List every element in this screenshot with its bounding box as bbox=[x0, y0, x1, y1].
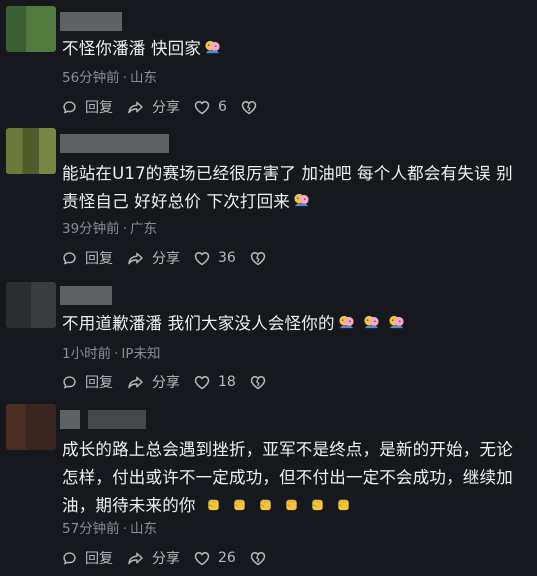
share-icon bbox=[127, 100, 148, 115]
fist-emoji-icon bbox=[233, 499, 245, 511]
reply-button[interactable]: 回复 bbox=[62, 372, 113, 392]
dislike-button[interactable] bbox=[241, 100, 265, 115]
comment-time: 56分钟前 bbox=[62, 70, 120, 86]
emoji-group bbox=[290, 192, 310, 211]
broken-heart-icon bbox=[250, 551, 270, 566]
comment-time: 57分钟前 bbox=[62, 521, 120, 537]
comment-location: IP未知 bbox=[121, 346, 161, 362]
fist-emoji-icon bbox=[311, 499, 323, 511]
heart-icon bbox=[194, 100, 214, 115]
share-button[interactable]: 分享 bbox=[127, 248, 180, 268]
share-icon bbox=[127, 251, 148, 266]
heart-icon bbox=[194, 551, 214, 566]
dislike-button[interactable] bbox=[250, 251, 274, 266]
comment-meta: 1小时前 · IP未知 bbox=[62, 346, 161, 362]
like-button[interactable]: 6 bbox=[194, 99, 227, 115]
avatar[interactable] bbox=[6, 6, 56, 52]
broken-heart-icon bbox=[250, 251, 270, 266]
comment-time: 1小时前 bbox=[62, 346, 112, 362]
avatar[interactable] bbox=[6, 128, 56, 174]
comment-text: 不用道歉潘潘 我们大家没人会怪你的 bbox=[62, 310, 513, 338]
comment-item: 成长的路上总会遇到挫折，亚军不是终点，是新的开始，无论怎样，付出或许不一定成功，… bbox=[0, 398, 537, 576]
emoji-group bbox=[335, 314, 405, 333]
like-button[interactable]: 18 bbox=[194, 374, 236, 390]
username-blurred-part[interactable] bbox=[88, 410, 146, 429]
hug-emoji-icon bbox=[205, 40, 220, 54]
comment-location: 山东 bbox=[129, 521, 157, 537]
reply-icon bbox=[62, 551, 81, 566]
fist-emoji-icon bbox=[259, 499, 271, 511]
comment-text: 成长的路上总会遇到挫折，亚军不是终点，是新的开始，无论怎样，付出或许不一定成功，… bbox=[62, 440, 513, 515]
dislike-button[interactable] bbox=[250, 551, 274, 566]
share-button[interactable]: 分享 bbox=[127, 97, 180, 117]
comment-actions: 回复 分享 18 bbox=[62, 372, 288, 392]
hug-emoji-icon bbox=[364, 315, 379, 329]
reply-button[interactable]: 回复 bbox=[62, 248, 113, 268]
comment-location: 山东 bbox=[129, 70, 157, 86]
emoji-group bbox=[196, 496, 352, 515]
broken-heart-icon bbox=[250, 375, 270, 390]
share-icon bbox=[127, 375, 148, 390]
heart-icon bbox=[194, 251, 214, 266]
like-button[interactable]: 36 bbox=[194, 250, 236, 266]
reply-icon bbox=[62, 100, 81, 115]
comment-actions: 回复 分享 26 bbox=[62, 548, 288, 568]
comment-meta: 57分钟前 · 山东 bbox=[62, 521, 157, 537]
comment-actions: 回复 分享 6 bbox=[62, 97, 279, 117]
username-blurred[interactable] bbox=[60, 410, 80, 429]
username-blurred[interactable] bbox=[60, 286, 112, 305]
broken-heart-icon bbox=[241, 100, 261, 115]
comment-meta: 56分钟前 · 山东 bbox=[62, 70, 157, 86]
fist-emoji-icon bbox=[285, 499, 297, 511]
comment-text: 能站在U17的赛场已经很厉害了 加油吧 每个人都会有失误 别责怪自己 好好总价 … bbox=[62, 164, 513, 211]
avatar[interactable] bbox=[6, 404, 56, 450]
share-button[interactable]: 分享 bbox=[127, 372, 180, 392]
username-blurred[interactable] bbox=[60, 134, 169, 153]
like-button[interactable]: 26 bbox=[194, 550, 236, 566]
hug-emoji-icon bbox=[294, 193, 309, 207]
fist-emoji-icon bbox=[337, 499, 349, 511]
emoji-group bbox=[201, 39, 221, 58]
username-blurred[interactable] bbox=[60, 12, 122, 31]
hug-emoji-icon bbox=[339, 315, 354, 329]
comment-item: 不怪你潘潘 快回家 56分钟前 · 山东 回复 分享 6 bbox=[0, 0, 537, 120]
comment-item: 不用道歉潘潘 我们大家没人会怪你的 1小时前 · IP未知 回复 分享 18 bbox=[0, 278, 537, 398]
comment-meta: 39分钟前 · 广东 bbox=[62, 221, 157, 237]
reply-button[interactable]: 回复 bbox=[62, 97, 113, 117]
reply-icon bbox=[62, 251, 81, 266]
comment-actions: 回复 分享 36 bbox=[62, 248, 288, 268]
reply-icon bbox=[62, 375, 81, 390]
share-icon bbox=[127, 551, 148, 566]
heart-icon bbox=[194, 375, 214, 390]
fist-emoji-icon bbox=[207, 499, 219, 511]
hug-emoji-icon bbox=[389, 315, 404, 329]
comment-location: 广东 bbox=[129, 221, 157, 237]
avatar[interactable] bbox=[6, 282, 56, 328]
comment-time: 39分钟前 bbox=[62, 221, 120, 237]
reply-button[interactable]: 回复 bbox=[62, 548, 113, 568]
comment-item: 能站在U17的赛场已经很厉害了 加油吧 每个人都会有失误 别责怪自己 好好总价 … bbox=[0, 120, 537, 275]
share-button[interactable]: 分享 bbox=[127, 548, 180, 568]
dislike-button[interactable] bbox=[250, 375, 274, 390]
comment-text: 不怪你潘潘 快回家 bbox=[62, 35, 513, 63]
